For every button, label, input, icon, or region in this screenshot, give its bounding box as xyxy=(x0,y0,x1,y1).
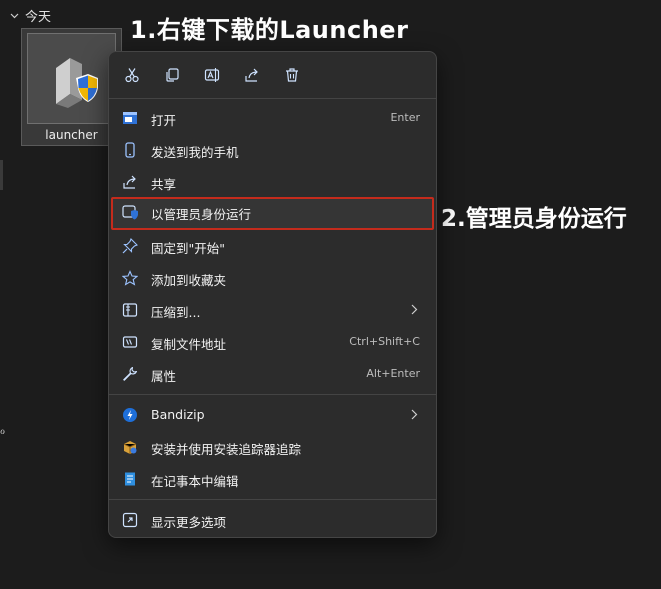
launcher-app-icon xyxy=(56,58,98,108)
share-icon xyxy=(121,173,139,191)
send-to-phone-label: 发送到我的手机 xyxy=(151,145,239,160)
delete-button[interactable] xyxy=(281,64,303,86)
group-header[interactable]: 今天 xyxy=(10,4,51,26)
menu-item-share[interactable]: 共享 xyxy=(111,167,434,197)
left-scroll-indicator xyxy=(0,160,3,190)
menu-item-copy-path[interactable]: 复制文件地址 Ctrl+Shift+C xyxy=(111,327,434,357)
copy-icon xyxy=(166,68,179,82)
chevron-down-icon xyxy=(10,11,19,20)
bandizip-label: Bandizip xyxy=(151,407,205,422)
pin-to-start-label: 固定到"开始" xyxy=(151,241,225,256)
group-header-label: 今天 xyxy=(25,9,52,25)
menu-item-bandizip[interactable]: Bandizip xyxy=(111,400,434,430)
file-thumbnail xyxy=(27,33,116,124)
menu-item-open[interactable]: 打开 Enter xyxy=(111,103,434,133)
menu-item-install-tracker[interactable]: 安装并使用安装追踪器追踪 xyxy=(111,432,434,462)
bandizip-icon xyxy=(121,406,139,424)
more-options-icon xyxy=(121,511,139,529)
install-tracker-label: 安装并使用安装追踪器追踪 xyxy=(151,442,302,457)
share-icon xyxy=(245,68,258,82)
share-button[interactable] xyxy=(241,64,263,86)
file-tile[interactable]: launcher xyxy=(21,28,122,146)
context-menu: 打开 Enter 发送到我的手机 共享 以管理员身份运行 固定到"开始" 添加到… xyxy=(108,51,437,538)
menu-item-edit-notepad[interactable]: 在记事本中编辑 xyxy=(111,464,434,494)
menu-separator xyxy=(109,98,436,99)
run-as-admin-label: 以管理员身份运行 xyxy=(151,207,252,222)
copy-path-shortcut: Ctrl+Shift+C xyxy=(349,335,420,348)
archive-icon xyxy=(121,301,139,319)
add-favorites-label: 添加到收藏夹 xyxy=(151,273,227,288)
stray-glyph: ℴ xyxy=(0,424,6,437)
annotation-step2: 2.管理员身份运行 xyxy=(441,206,627,232)
cut-button[interactable] xyxy=(121,64,143,86)
file-name: launcher xyxy=(45,128,98,142)
star-icon xyxy=(121,269,139,287)
rename-button[interactable] xyxy=(201,64,223,86)
more-options-label: 显示更多选项 xyxy=(151,515,227,530)
menu-item-send-to-phone[interactable]: 发送到我的手机 xyxy=(111,135,434,165)
rename-icon xyxy=(204,68,220,82)
open-shortcut: Enter xyxy=(390,111,420,124)
menu-item-pin-to-start[interactable]: 固定到"开始" xyxy=(111,231,434,261)
menu-item-properties[interactable]: 属性 Alt+Enter xyxy=(111,359,434,389)
pin-icon xyxy=(121,237,139,255)
properties-shortcut: Alt+Enter xyxy=(366,367,420,380)
compress-label: 压缩到... xyxy=(151,305,201,320)
menu-item-run-as-admin[interactable]: 以管理员身份运行 xyxy=(111,197,434,230)
package-icon xyxy=(121,438,139,456)
open-label: 打开 xyxy=(151,113,177,128)
menu-item-compress[interactable]: 压缩到... xyxy=(111,295,434,325)
edit-notepad-label: 在记事本中编辑 xyxy=(151,474,239,489)
copy-button[interactable] xyxy=(161,64,183,86)
copy-path-icon xyxy=(121,333,139,351)
annotation-step1: 1.右键下载的Launcher xyxy=(130,16,409,44)
copy-path-label: 复制文件地址 xyxy=(151,337,227,352)
quick-actions-bar xyxy=(109,52,436,98)
menu-separator xyxy=(109,499,436,500)
cut-icon xyxy=(125,68,139,83)
menu-item-add-favorites[interactable]: 添加到收藏夹 xyxy=(111,263,434,293)
open-icon xyxy=(121,109,139,127)
menu-separator xyxy=(109,394,436,395)
properties-label: 属性 xyxy=(151,369,177,384)
wrench-icon xyxy=(121,365,139,383)
chevron-right-icon xyxy=(410,409,418,420)
menu-item-more-options[interactable]: 显示更多选项 xyxy=(111,505,434,535)
share-label: 共享 xyxy=(151,177,177,192)
phone-icon xyxy=(121,141,139,159)
notepad-icon xyxy=(121,470,139,488)
admin-shield-icon xyxy=(121,203,139,221)
chevron-right-icon xyxy=(410,304,418,315)
delete-icon xyxy=(286,68,298,82)
